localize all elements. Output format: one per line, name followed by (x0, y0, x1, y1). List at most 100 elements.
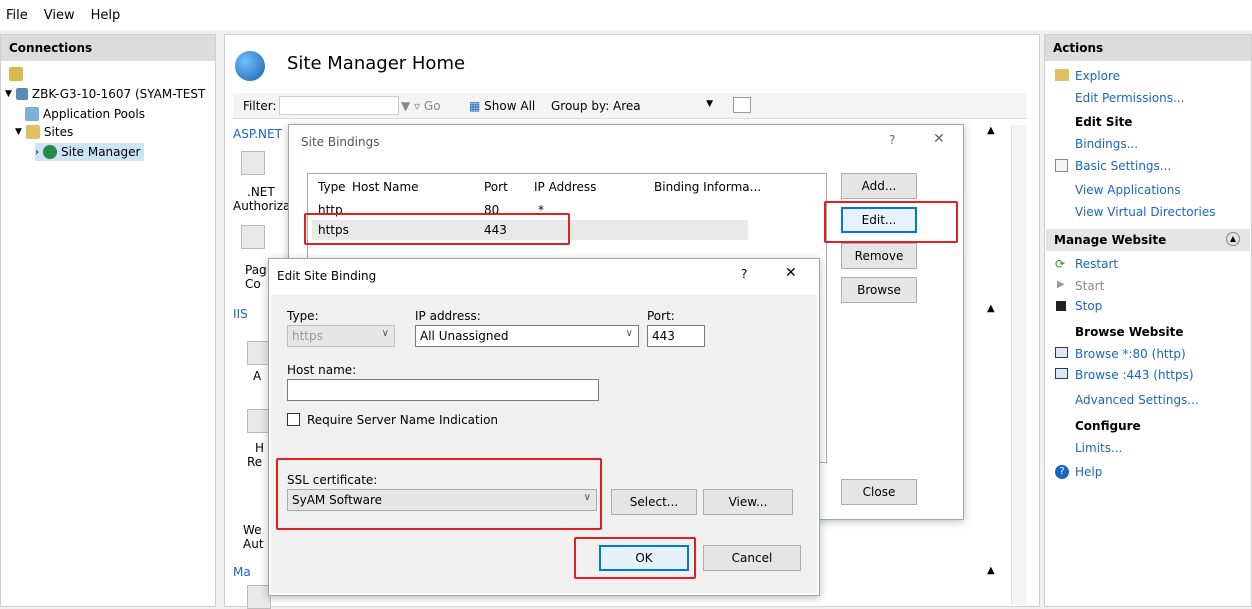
remove-button[interactable]: Remove (841, 243, 917, 269)
collapse-iis-icon[interactable]: ▲ (987, 303, 995, 314)
net-auth-label-1: .NET (247, 185, 275, 199)
browse-http-icon (1055, 347, 1068, 358)
col-binding-info[interactable]: Binding Informa... (654, 180, 761, 194)
pages-label-2: Co (245, 277, 261, 291)
app-pool-icon (25, 107, 39, 121)
edit-binding-body: Type: https IP address: All Unassigned P… (271, 295, 817, 593)
add-button[interactable]: Add... (841, 173, 917, 199)
ip-address-select[interactable]: All Unassigned (415, 325, 639, 347)
col-type[interactable]: Type (318, 180, 346, 194)
edit-site-header: Edit Site (1075, 115, 1133, 129)
start-icon: ▶ (1057, 279, 1065, 290)
highlight-edit-button (824, 201, 958, 243)
start-link: Start (1075, 279, 1105, 293)
menu-file[interactable]: File (6, 8, 28, 23)
filter-label: Filter: (243, 99, 277, 113)
chevron-down-icon: ▼ (706, 99, 713, 109)
tree-app-pools[interactable]: Application Pools (25, 105, 145, 123)
connections-panel: Connections ▼ ZBK-G3-10-1607 (SYAM-TEST … (0, 34, 216, 607)
restart-link[interactable]: Restart (1075, 257, 1118, 271)
browse-https-link[interactable]: Browse :443 (https) (1075, 368, 1194, 382)
select-certificate-button[interactable]: Select... (611, 489, 697, 515)
view-toggle-icon[interactable] (733, 97, 751, 113)
sni-checkbox[interactable] (287, 413, 300, 426)
edit-site-binding-dialog: Edit Site Binding ? ✕ Type: https IP add… (268, 258, 820, 596)
chevron-right-icon[interactable]: › (35, 147, 39, 158)
tree-site-manager[interactable]: › Site Manager (35, 143, 145, 161)
section-management: Ma (233, 565, 251, 579)
type-label: Type: (287, 309, 319, 323)
stop-icon (1056, 301, 1066, 311)
browse-button[interactable]: Browse (841, 277, 917, 303)
help-icon[interactable]: ? (889, 133, 895, 147)
menu-help[interactable]: Help (91, 8, 121, 23)
connections-header: Connections (1, 35, 215, 61)
type-value: https (292, 329, 323, 343)
basic-settings-link[interactable]: Basic Settings... (1075, 159, 1171, 173)
globe-icon (43, 145, 57, 159)
close-button[interactable]: Close (841, 479, 917, 505)
port-input[interactable]: 443 (647, 325, 705, 347)
col-host-name[interactable]: Host Name (352, 180, 419, 194)
collapse-aspnet-icon[interactable]: ▲ (987, 125, 995, 136)
filter-icon: ▼ ▿ (401, 99, 421, 113)
view-virtual-directories-link[interactable]: View Virtual Directories (1075, 205, 1216, 219)
tree-sites[interactable]: ▼ Sites (15, 123, 73, 141)
help-link[interactable]: Help (1075, 465, 1102, 479)
limits-link[interactable]: Limits... (1075, 441, 1122, 455)
pages-label-1: Pag (245, 263, 267, 277)
go-button[interactable]: ▼ ▿ Go (401, 99, 441, 113)
host-name-label: Host name: (287, 363, 357, 377)
h-label-1: H (255, 441, 265, 455)
bindings-link[interactable]: Bindings... (1075, 137, 1138, 151)
server-icon (15, 88, 28, 100)
menu-bar: File View Help (0, 0, 1252, 30)
highlight-ok-button (574, 537, 696, 579)
pages-controls-icon[interactable] (241, 225, 265, 249)
show-all-button[interactable]: ▦ Show All (469, 99, 535, 113)
show-all-label: Show All (484, 99, 536, 113)
help-icon: ? (1055, 465, 1069, 479)
ip-address-label: IP address: (415, 309, 481, 323)
net-authorization-icon[interactable] (241, 151, 265, 175)
group-by-select[interactable]: Area ▼ (613, 99, 713, 113)
section-iis: IIS (233, 307, 248, 321)
view-applications-link[interactable]: View Applications (1075, 183, 1181, 197)
connections-toolbar (9, 67, 23, 84)
basic-settings-icon (1055, 159, 1068, 172)
cancel-button[interactable]: Cancel (703, 545, 801, 571)
explore-link[interactable]: Explore (1075, 69, 1120, 83)
help-icon[interactable]: ? (741, 267, 747, 281)
collapse-management-icon[interactable]: ▲ (987, 565, 995, 576)
browse-https-icon (1055, 368, 1068, 379)
port-value: 443 (652, 329, 675, 343)
close-icon[interactable]: ✕ (933, 131, 945, 147)
host-name-input[interactable] (287, 379, 599, 401)
sni-label: Require Server Name Indication (307, 413, 499, 427)
sites-folder-icon (25, 125, 40, 139)
tree-server-label: ZBK-G3-10-1607 (SYAM-TEST (31, 87, 206, 101)
ip-address-value: All Unassigned (420, 329, 509, 343)
advanced-settings-link[interactable]: Advanced Settings... (1075, 393, 1199, 407)
chevron-down-icon[interactable]: ▼ (5, 89, 12, 99)
col-port[interactable]: Port (484, 180, 508, 194)
collapse-icon[interactable]: ▲ (1226, 232, 1240, 246)
we-label-1: We (243, 523, 262, 537)
scrollbar[interactable] (1011, 125, 1027, 605)
filter-input[interactable] (279, 96, 399, 115)
manage-website-header: Manage Website (1054, 233, 1167, 247)
menu-view[interactable]: View (44, 8, 75, 23)
tree-server[interactable]: ▼ ZBK-G3-10-1607 (SYAM-TEST (5, 85, 205, 103)
close-icon[interactable]: ✕ (785, 265, 797, 281)
stop-link[interactable]: Stop (1075, 299, 1102, 313)
view-certificate-button[interactable]: View... (703, 489, 793, 515)
browse-http-link[interactable]: Browse *:80 (http) (1075, 347, 1186, 361)
a-label: A (253, 369, 262, 383)
up-folder-icon[interactable] (9, 67, 23, 81)
section-aspnet: ASP.NET (233, 127, 282, 141)
net-auth-label-2: Authoriza (233, 199, 291, 213)
col-ip-address[interactable]: IP Address (534, 180, 596, 194)
tree-sites-label: Sites (43, 125, 74, 139)
chevron-down-icon[interactable]: ▼ (15, 127, 22, 137)
edit-permissions-link[interactable]: Edit Permissions... (1075, 91, 1184, 105)
